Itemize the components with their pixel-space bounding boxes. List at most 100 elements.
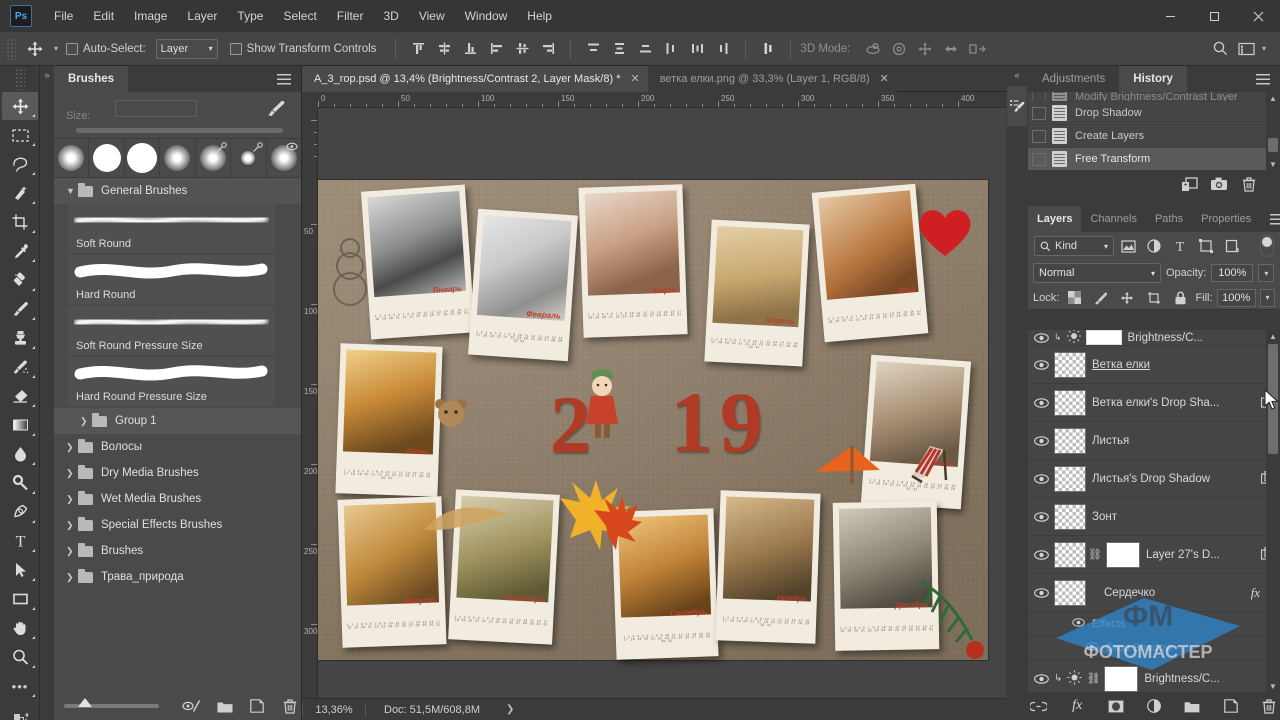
brush-preview-icon[interactable] bbox=[261, 96, 291, 122]
soft-round-preset[interactable] bbox=[54, 139, 90, 177]
menu-edit[interactable]: Edit bbox=[83, 3, 124, 29]
hard-round-pressure-preset[interactable] bbox=[231, 139, 267, 177]
opacity-input[interactable]: 100% bbox=[1211, 264, 1254, 282]
history-row[interactable]: Drop Shadow bbox=[1028, 102, 1280, 125]
brush-folder-special-effects[interactable]: ❯ Special Effects Brushes bbox=[54, 512, 301, 538]
chevron-right-icon[interactable]: ❯ bbox=[80, 416, 92, 427]
align-left-edges-icon[interactable] bbox=[483, 37, 509, 61]
align-vertical-centers-icon[interactable] bbox=[431, 37, 457, 61]
layer-thumbnail[interactable] bbox=[1054, 427, 1086, 454]
menu-file[interactable]: File bbox=[44, 3, 83, 29]
opacity-stepper[interactable]: ▾ bbox=[1258, 264, 1275, 282]
workspace-switcher-icon[interactable] bbox=[1234, 37, 1260, 61]
lasso-tool[interactable] bbox=[2, 150, 38, 178]
chevron-right-icon[interactable]: ❯ bbox=[66, 468, 78, 479]
clone-stamp-tool[interactable] bbox=[2, 324, 38, 352]
options-bar-grip[interactable] bbox=[6, 37, 16, 60]
minimize-button[interactable] bbox=[1148, 0, 1192, 32]
gradient-tool[interactable] bbox=[2, 411, 38, 439]
blend-mode-select[interactable]: Normal ▾ bbox=[1033, 263, 1161, 283]
tab-properties[interactable]: Properties bbox=[1192, 206, 1260, 232]
chevron-down-icon[interactable]: ▼ bbox=[66, 186, 78, 196]
filter-shape-icon[interactable] bbox=[1194, 235, 1218, 257]
layer-mask-thumbnail[interactable] bbox=[1104, 665, 1139, 692]
distribute-horizontal-centers-icon[interactable] bbox=[684, 37, 710, 61]
soft-round-pressure-preset[interactable] bbox=[160, 139, 196, 177]
history-state-list[interactable]: Modify Brightness/Contrast Layer Drop Sh… bbox=[1028, 92, 1280, 170]
layer-row-layer-27-drop-shadow[interactable]: ⛓ Layer 27's D... bbox=[1028, 536, 1280, 574]
panel-menu-icon[interactable] bbox=[267, 66, 301, 92]
delete-state-icon[interactable] bbox=[1234, 172, 1264, 196]
history-brush-tool[interactable] bbox=[2, 353, 38, 381]
eye-icon[interactable] bbox=[1028, 660, 1054, 693]
scroll-up-icon[interactable]: ▲ bbox=[1266, 92, 1280, 104]
auto-select-checkbox[interactable] bbox=[66, 42, 79, 55]
lock-all-icon[interactable] bbox=[1169, 287, 1191, 309]
layer-thumbnail[interactable] bbox=[1054, 579, 1086, 606]
chevron-right-icon[interactable]: ❯ bbox=[66, 520, 78, 531]
brush-folder-wet-media[interactable]: ❯ Wet Media Brushes bbox=[54, 486, 301, 512]
collapse-panels-icon[interactable]: « bbox=[1006, 66, 1028, 80]
zoom-tool[interactable] bbox=[2, 643, 38, 671]
menu-select[interactable]: Select bbox=[273, 3, 326, 29]
scroll-down-icon[interactable]: ▼ bbox=[1266, 680, 1280, 692]
layer-mask-thumbnail[interactable] bbox=[1085, 330, 1122, 345]
layer-thumbnail[interactable] bbox=[1054, 541, 1086, 568]
history-row[interactable]: Modify Brightness/Contrast Layer bbox=[1028, 92, 1280, 102]
lock-image-pixels-icon[interactable] bbox=[1090, 287, 1112, 309]
history-state-checkbox[interactable] bbox=[1032, 129, 1046, 143]
scroll-up-icon[interactable]: ▲ bbox=[1266, 330, 1280, 342]
calendar-card-may[interactable]: Май 1 2 3 4 5 6 7 8 9 10 11 12 13 14 15 … bbox=[811, 183, 929, 343]
filter-type-icon[interactable]: T bbox=[1168, 235, 1192, 257]
hard-round-preset[interactable] bbox=[89, 139, 125, 177]
filter-enable-toggle[interactable] bbox=[1260, 235, 1274, 257]
brush-item-hard-round[interactable]: Hard Round bbox=[68, 255, 275, 304]
layer-thumbnail[interactable] bbox=[1054, 503, 1086, 530]
chevron-right-icon[interactable]: ❯ bbox=[66, 572, 78, 583]
document-canvas[interactable]: Январь 1 2 3 4 5 6 7 8 9 10 11 12 13 14 … bbox=[318, 180, 988, 660]
align-horizontal-centers-icon[interactable] bbox=[509, 37, 535, 61]
brush-item-hard-round-pressure-size[interactable]: Hard Round Pressure Size bbox=[68, 357, 275, 406]
panel-menu-icon[interactable] bbox=[1260, 206, 1280, 232]
brush-folder-trava-priroda[interactable]: ❯ Трава_природа bbox=[54, 564, 301, 590]
delete-brush-icon[interactable] bbox=[278, 693, 301, 719]
eyedropper-tool[interactable] bbox=[2, 237, 38, 265]
calendar-card-november[interactable]: Ноябрь 1 2 3 4 5 6 7 8 9 10 11 12 13 14 … bbox=[715, 490, 821, 644]
create-document-from-state-icon[interactable] bbox=[1174, 172, 1204, 196]
layers-scrollbar[interactable]: ▲ ▼ bbox=[1266, 330, 1280, 692]
align-right-edges-icon[interactable] bbox=[535, 37, 561, 61]
rectangular-marquee-tool[interactable] bbox=[2, 121, 38, 149]
layer-name[interactable]: Сердечко bbox=[1104, 587, 1155, 599]
lock-artboard-nesting-icon[interactable] bbox=[1143, 287, 1165, 309]
tab-paths[interactable]: Paths bbox=[1146, 206, 1192, 232]
rectangle-tool[interactable] bbox=[2, 585, 38, 613]
filter-pixel-icon[interactable] bbox=[1116, 235, 1140, 257]
layer-row-vetka-elki[interactable]: Ветка елки bbox=[1028, 346, 1280, 384]
brush-folder-dry-media[interactable]: ❯ Dry Media Brushes bbox=[54, 460, 301, 486]
path-selection-tool[interactable] bbox=[2, 556, 38, 584]
search-icon[interactable] bbox=[1208, 37, 1234, 61]
layer-effect-drop-shadow-row[interactable]: Drop Shadow bbox=[1028, 636, 1280, 660]
layer-name[interactable]: Листья bbox=[1092, 435, 1280, 447]
layer-row-listya-drop-shadow[interactable]: Листья's Drop Shadow bbox=[1028, 460, 1280, 498]
quick-selection-tool[interactable] bbox=[2, 179, 38, 207]
calendar-card-january[interactable]: Январь 1 2 3 4 5 6 7 8 9 10 11 12 13 14 … bbox=[360, 184, 476, 340]
fill-input[interactable]: 100% bbox=[1216, 288, 1256, 307]
close-icon[interactable]: ✕ bbox=[880, 72, 889, 85]
layer-row-serdechko[interactable]: Сердечко fx ▲ bbox=[1028, 574, 1280, 612]
add-layer-style-icon[interactable]: fx bbox=[1066, 695, 1087, 717]
spot-healing-brush-tool[interactable] bbox=[2, 266, 38, 294]
new-group-icon[interactable] bbox=[213, 693, 236, 719]
layer-name[interactable]: Ветка елки bbox=[1092, 359, 1280, 371]
eye-icon[interactable] bbox=[1072, 617, 1085, 630]
brightness-contrast-icon[interactable] bbox=[1067, 670, 1082, 688]
create-new-snapshot-icon[interactable] bbox=[1204, 172, 1234, 196]
distribute-left-edges-icon[interactable] bbox=[658, 37, 684, 61]
close-icon[interactable]: ✕ bbox=[630, 72, 639, 85]
calendar-card-february[interactable]: Февраль 1 2 3 4 5 6 7 8 9 10 11 12 13 14… bbox=[468, 208, 578, 362]
eye-icon[interactable] bbox=[1086, 641, 1099, 654]
layer-mask-thumbnail[interactable] bbox=[1106, 541, 1140, 568]
layer-name[interactable]: Ветка елки's Drop Sha... bbox=[1092, 397, 1261, 409]
eye-icon[interactable] bbox=[1028, 460, 1054, 498]
edit-toolbar-tool[interactable]: ••• bbox=[2, 672, 38, 700]
